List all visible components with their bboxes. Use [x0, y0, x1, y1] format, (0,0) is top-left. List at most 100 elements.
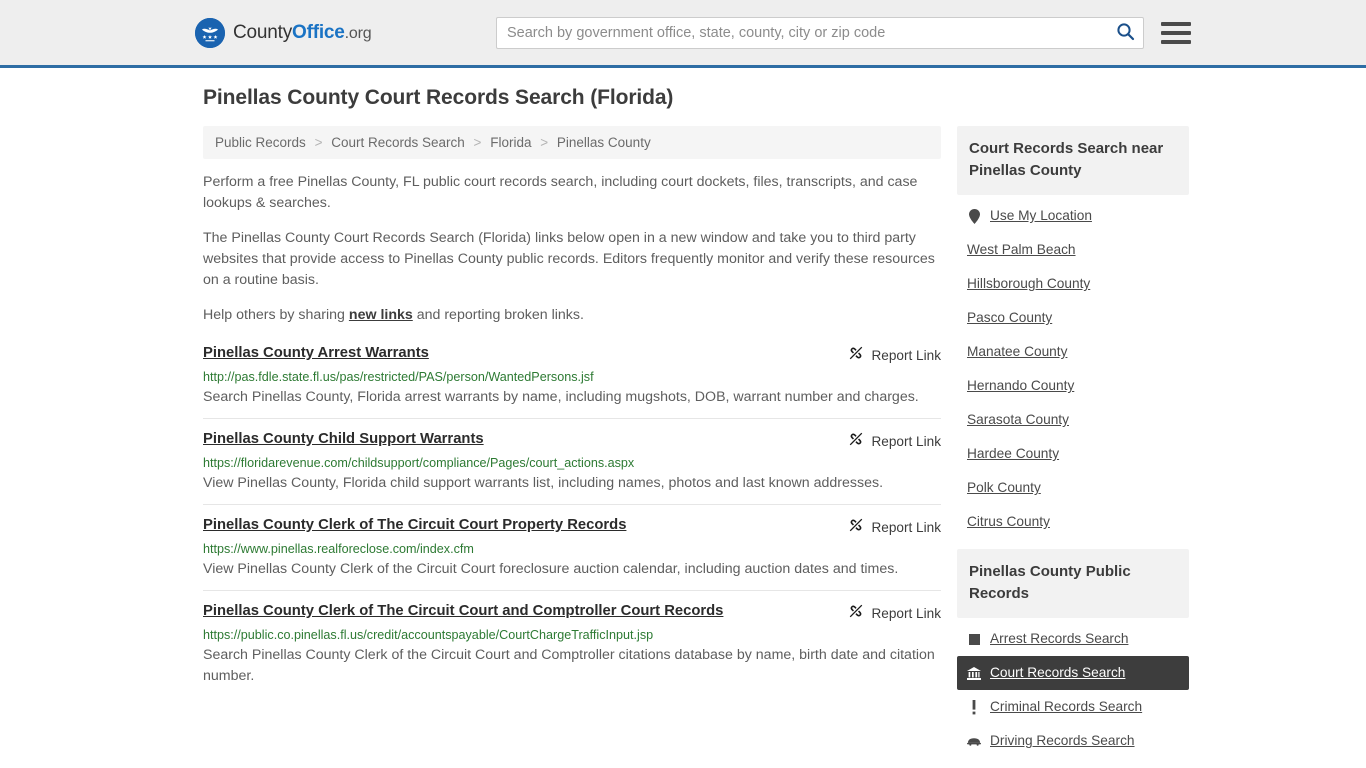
sidebar-item-manatee-county[interactable]: Manatee County — [957, 335, 1189, 369]
report-link-label: Report Link — [871, 434, 941, 449]
report-link-label: Report Link — [871, 348, 941, 363]
search-button[interactable] — [1107, 18, 1143, 48]
broken-link-icon — [848, 517, 864, 538]
result-item: Pinellas County Clerk of The Circuit Cou… — [203, 504, 941, 590]
sidebar-link[interactable]: Driving Records Search — [990, 732, 1135, 750]
sidebar-item-hardee-county[interactable]: Hardee County — [957, 437, 1189, 471]
result-title-link[interactable]: Pinellas County Clerk of The Circuit Cou… — [203, 602, 723, 621]
report-link-label: Report Link — [871, 606, 941, 621]
report-link-button[interactable]: Report Link — [848, 345, 941, 366]
nearby-search-heading: Court Records Search near Pinellas Count… — [957, 126, 1189, 195]
broken-link-icon — [848, 431, 864, 452]
sidebar-item-driving-records-search[interactable]: Driving Records Search — [957, 724, 1189, 758]
results-list: Pinellas County Arrest Warrants Report L… — [203, 340, 941, 697]
page-container: Pinellas County Court Records Search (Fl… — [193, 68, 1189, 768]
report-link-button[interactable]: Report Link — [848, 517, 941, 538]
hamburger-menu-icon-bar — [1161, 21, 1191, 26]
sidebar-link[interactable]: Criminal Records Search — [990, 698, 1142, 716]
breadcrumb-separator: > — [473, 135, 482, 150]
square-icon — [967, 633, 981, 645]
result-description: Search Pinellas County, Florida arrest w… — [203, 389, 919, 405]
intro-text: Perform a free Pinellas County, FL publi… — [203, 172, 941, 326]
sidebar-link[interactable]: Hillsborough County — [967, 275, 1090, 293]
intro-paragraph-2: The Pinellas County Court Records Search… — [203, 230, 935, 288]
site-logo-link[interactable]: CountyOffice.org — [195, 17, 372, 48]
result-title-link[interactable]: Pinellas County Clerk of The Circuit Cou… — [203, 516, 626, 535]
result-item: Pinellas County Child Support Warrants R… — [203, 418, 941, 504]
nearby-search-list: Use My Location West Palm Beach Hillsbor… — [957, 195, 1189, 539]
site-logo-text: CountyOffice.org — [233, 21, 372, 44]
result-url: http://pas.fdle.state.fl.us/pas/restrict… — [203, 370, 594, 384]
logo-text-org: .org — [344, 24, 372, 42]
breadcrumb-separator: > — [314, 135, 323, 150]
map-pin-icon — [967, 208, 981, 224]
result-item: Pinellas County Arrest Warrants Report L… — [203, 340, 941, 418]
sidebar-item-hillsborough-county[interactable]: Hillsborough County — [957, 267, 1189, 301]
result-url: https://floridarevenue.com/childsupport/… — [203, 456, 635, 470]
sidebar-item-polk-county[interactable]: Polk County — [957, 471, 1189, 505]
sidebar-link[interactable]: Polk County — [967, 479, 1041, 497]
site-header: CountyOffice.org — [0, 0, 1366, 68]
broken-link-icon — [848, 345, 864, 366]
new-links-link[interactable]: new links — [349, 307, 413, 323]
sidebar-item-court-records-search[interactable]: Court Records Search — [957, 656, 1189, 690]
public-records-heading: Pinellas County Public Records — [957, 549, 1189, 618]
public-records-box: Pinellas County Public Records Arrest Re… — [957, 549, 1189, 758]
sidebar-link[interactable]: Hardee County — [967, 445, 1059, 463]
search-input[interactable] — [497, 17, 1107, 48]
help-line: Help others by sharing new links and rep… — [203, 305, 941, 326]
sidebar-item-pasco-county[interactable]: Pasco County — [957, 301, 1189, 335]
main-content: Public Records > Court Records Search > … — [203, 126, 941, 697]
help-line-before: Help others by sharing — [203, 307, 349, 323]
result-title-link[interactable]: Pinellas County Child Support Warrants — [203, 430, 484, 449]
logo-text-county: County — [233, 21, 293, 43]
hamburger-menu-icon-bar — [1161, 39, 1191, 44]
sidebar-item-sarasota-county[interactable]: Sarasota County — [957, 403, 1189, 437]
sidebar-link[interactable]: West Palm Beach — [967, 241, 1076, 259]
sidebar-item-citrus-county[interactable]: Citrus County — [957, 505, 1189, 539]
broken-link-icon — [848, 603, 864, 624]
help-line-after: and reporting broken links. — [412, 307, 584, 323]
result-item: Pinellas County Clerk of The Circuit Cou… — [203, 590, 941, 697]
result-title-link[interactable]: Pinellas County Arrest Warrants — [203, 344, 429, 363]
hamburger-menu-icon-bar — [1161, 30, 1191, 35]
exclamation-icon — [967, 699, 981, 715]
hamburger-menu-button[interactable] — [1159, 18, 1193, 48]
sidebar-link[interactable]: Arrest Records Search — [990, 630, 1128, 648]
breadcrumb-item-pinellas-county[interactable]: Pinellas County — [557, 135, 651, 150]
result-description: View Pinellas County Clerk of the Circui… — [203, 561, 899, 577]
result-description: Search Pinellas County Clerk of the Circ… — [203, 647, 935, 684]
sidebar-link[interactable]: Use My Location — [990, 207, 1092, 225]
report-link-label: Report Link — [871, 520, 941, 535]
breadcrumb-item-florida[interactable]: Florida — [490, 135, 531, 150]
page-title: Pinellas County Court Records Search (Fl… — [203, 86, 674, 109]
report-link-button[interactable]: Report Link — [848, 603, 941, 624]
breadcrumb-item-public-records[interactable]: Public Records — [215, 135, 306, 150]
result-url: https://www.pinellas.realforeclose.com/i… — [203, 542, 474, 556]
sidebar-item-hernando-county[interactable]: Hernando County — [957, 369, 1189, 403]
sidebar-link[interactable]: Citrus County — [967, 513, 1050, 531]
sidebar-item-arrest-records-search[interactable]: Arrest Records Search — [957, 622, 1189, 656]
sidebar-link[interactable]: Pasco County — [967, 309, 1052, 327]
sidebar-link[interactable]: Sarasota County — [967, 411, 1069, 429]
sidebar-item-use-my-location[interactable]: Use My Location — [957, 199, 1189, 233]
sidebar-link[interactable]: Court Records Search — [990, 664, 1125, 682]
intro-paragraph-1: Perform a free Pinellas County, FL publi… — [203, 174, 918, 211]
eagle-shield-logo-icon — [195, 17, 225, 48]
sidebar-link[interactable]: Manatee County — [967, 343, 1067, 361]
sidebar: Court Records Search near Pinellas Count… — [957, 126, 1189, 768]
car-icon — [967, 737, 981, 746]
courthouse-icon — [967, 666, 981, 680]
sidebar-item-criminal-records-search[interactable]: Criminal Records Search — [957, 690, 1189, 724]
sidebar-link[interactable]: Hernando County — [967, 377, 1074, 395]
result-url: https://public.co.pinellas.fl.us/credit/… — [203, 628, 654, 642]
report-link-button[interactable]: Report Link — [848, 431, 941, 452]
public-records-list: Arrest Records Search Court Records Sear… — [957, 618, 1189, 758]
nearby-search-box: Court Records Search near Pinellas Count… — [957, 126, 1189, 539]
sidebar-item-west-palm-beach[interactable]: West Palm Beach — [957, 233, 1189, 267]
breadcrumb-item-court-records-search[interactable]: Court Records Search — [331, 135, 465, 150]
result-description: View Pinellas County, Florida child supp… — [203, 475, 884, 491]
breadcrumb: Public Records > Court Records Search > … — [203, 126, 941, 159]
breadcrumb-separator: > — [540, 135, 549, 150]
search-icon — [1116, 22, 1135, 44]
